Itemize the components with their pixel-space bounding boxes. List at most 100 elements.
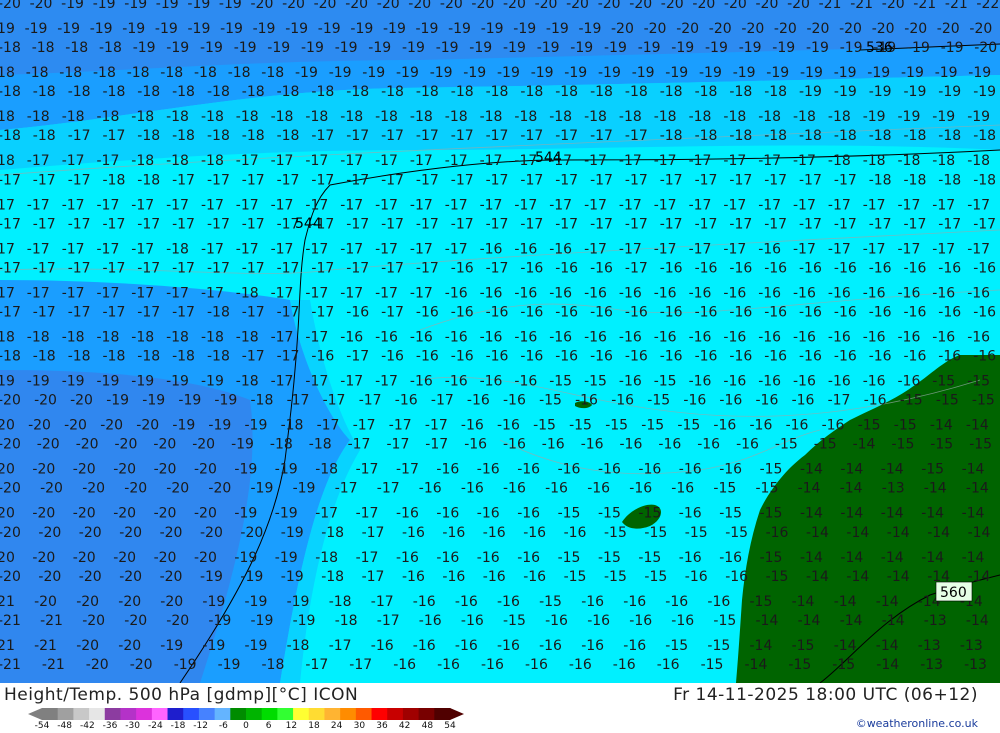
- temperature-label: -15: [641, 418, 664, 434]
- temperature-label: -18: [262, 657, 285, 673]
- temperature-label: -16: [340, 330, 363, 346]
- temperature-label: -19: [671, 40, 694, 56]
- temperature-label: -16: [967, 330, 990, 346]
- temperature-label: -17: [375, 153, 398, 169]
- temperature-label: -20: [32, 550, 55, 566]
- temperature-label: -18: [251, 393, 274, 409]
- temperature-label: -17: [375, 241, 398, 257]
- temperature-label: -18: [137, 128, 160, 144]
- temperature-label: -13: [918, 638, 941, 654]
- temperature-label: -18: [99, 40, 122, 56]
- temperature-label: -18: [329, 594, 352, 610]
- temperature-label: -17: [967, 241, 990, 257]
- temperature-label: -16: [549, 241, 572, 257]
- temperature-label: -17: [335, 481, 358, 497]
- temperature-label: -17: [799, 172, 822, 188]
- temperature-label: -17: [869, 216, 892, 232]
- temperature-label: -20: [774, 21, 797, 37]
- temperature-label: -20: [345, 0, 368, 12]
- temperature-label: -19: [350, 21, 373, 37]
- temperature-label: -20: [471, 0, 494, 12]
- temperature-label: -16: [503, 481, 526, 497]
- temperature-label: -21: [913, 0, 936, 12]
- temperature-label: -17: [619, 197, 642, 213]
- temperature-label: -17: [416, 128, 439, 144]
- temperature-label: -15: [644, 569, 667, 585]
- temperature-label: -18: [172, 349, 195, 365]
- temperature-label: -18: [758, 109, 781, 125]
- temperature-label: -20: [37, 437, 60, 453]
- temperature-label: -18: [207, 305, 230, 321]
- temperature-label: -19: [699, 65, 722, 81]
- temperature-label: -18: [277, 128, 300, 144]
- temperature-label: -17: [793, 241, 816, 257]
- temperature-label: -17: [590, 216, 613, 232]
- temperature-label: -19: [200, 40, 223, 56]
- temperature-label: -14: [924, 481, 947, 497]
- temperature-label: -17: [625, 216, 648, 232]
- temperature-label: -21: [0, 638, 15, 654]
- temperature-label: -17: [425, 437, 448, 453]
- temperature-label: -17: [305, 285, 328, 301]
- temperature-label: -17: [793, 197, 816, 213]
- temperature-label: -14: [798, 481, 821, 497]
- temperature-label: -19: [208, 613, 231, 629]
- temperature-label: -20: [38, 525, 61, 541]
- temperature-label: -17: [172, 260, 195, 276]
- temperature-label: -16: [419, 481, 442, 497]
- temperature-label: -19: [513, 21, 536, 37]
- temperature-label: -13: [964, 657, 987, 673]
- color-scale-bar: [28, 708, 464, 720]
- temperature-label: -17: [973, 216, 996, 232]
- temperature-label: -18: [27, 109, 50, 125]
- temperature-label: -15: [760, 550, 783, 566]
- temperature-label: -15: [503, 613, 526, 629]
- temperature-label: -14: [750, 638, 773, 654]
- temperature-label: -17: [62, 153, 85, 169]
- temperature-label: -20: [0, 569, 21, 585]
- temperature-label: -16: [766, 525, 789, 541]
- temperature-label: -16: [713, 418, 736, 434]
- temperature-label: -16: [658, 437, 681, 453]
- temperature-label: -17: [242, 216, 265, 232]
- temperature-label: -20: [32, 462, 55, 478]
- temperature-label: -15: [569, 418, 592, 434]
- temperature-label: -18: [97, 330, 120, 346]
- temperature-label: -15: [713, 613, 736, 629]
- temperature-label: -18: [201, 330, 224, 346]
- temperature-label: -19: [166, 374, 189, 390]
- temperature-label: -17: [590, 128, 613, 144]
- temperature-label: -16: [619, 374, 642, 390]
- temperature-label: -19: [968, 65, 991, 81]
- temperature-label: -19: [156, 0, 179, 12]
- temperature-label: -17: [654, 153, 677, 169]
- temperature-label: -17: [103, 128, 126, 144]
- temperature-label: -16: [695, 260, 718, 276]
- temperature-label: -20: [314, 0, 337, 12]
- temperature-label: -18: [131, 109, 154, 125]
- color-scale-tick: -54: [34, 721, 50, 731]
- temperature-label: -16: [869, 305, 892, 321]
- temperature-label: -17: [584, 197, 607, 213]
- temperature-label: -14: [887, 525, 910, 541]
- temperature-label: -19: [665, 65, 688, 81]
- temperature-label: -18: [0, 65, 15, 81]
- temperature-label: -16: [619, 285, 642, 301]
- temperature-label: -18: [619, 109, 642, 125]
- temperature-label: -16: [402, 525, 425, 541]
- temperature-label: -19: [938, 84, 961, 100]
- temperature-label: -17: [799, 216, 822, 232]
- temperature-label: -20: [208, 481, 231, 497]
- temperature-label: -17: [305, 241, 328, 257]
- temperature-label: -14: [800, 462, 823, 478]
- temperature-label: -18: [68, 349, 91, 365]
- temperature-label: -17: [271, 330, 294, 346]
- credit-link[interactable]: ©weatheronline.co.uk: [856, 717, 978, 730]
- temperature-label: -20: [0, 462, 15, 478]
- temperature-label: -16: [799, 349, 822, 365]
- temperature-label: -20: [0, 418, 15, 434]
- temperature-label: -21: [0, 594, 15, 610]
- temperature-label: -19: [733, 65, 756, 81]
- temperature-label: -16: [410, 330, 433, 346]
- temperature-label: -19: [935, 65, 958, 81]
